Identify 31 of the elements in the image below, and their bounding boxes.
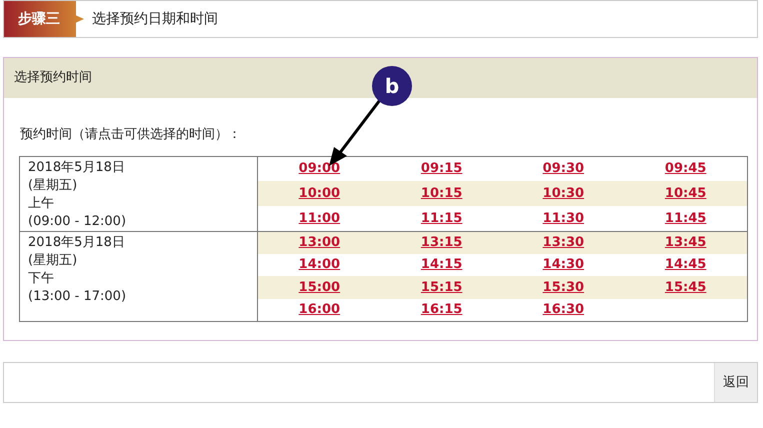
step-badge: 步骤三 [4,1,84,37]
input-field[interactable]: 返回 [3,362,758,403]
period-text: 下午 [28,270,54,286]
time-slot-link[interactable]: 09:00 [298,161,340,176]
period-text: 上午 [28,196,54,210]
weekday-text: (星期五) [28,252,78,268]
time-slot-link[interactable]: 14:00 [298,257,340,272]
weekday-text: (星期五) [28,178,78,192]
time-range-text: (09:00 - 12:00) [28,214,126,228]
time-slot-link[interactable]: 14:15 [420,257,462,272]
time-slot-link[interactable]: 09:45 [664,161,706,176]
time-slot-link[interactable]: 11:15 [420,210,462,226]
time-slot-link[interactable]: 11:00 [298,210,340,226]
panel-title: 选择预约时间 [14,69,92,88]
time-range-text: (13:00 - 17:00) [28,288,126,304]
back-button[interactable]: 返回 [714,363,757,402]
date-text: 2018年5月18日 [28,160,125,174]
time-slot-link[interactable]: 11:30 [542,210,584,226]
time-slot-link[interactable]: 09:15 [420,161,462,176]
annotation-label: b [384,74,400,98]
time-slot-link[interactable]: 16:30 [542,302,584,317]
time-slot-link[interactable]: 14:30 [542,257,584,272]
time-slot-link[interactable]: 16:15 [420,302,462,317]
time-slot-link[interactable]: 11:45 [664,210,706,226]
prompt-text: 预约时间（请点击可供选择的时间）： [20,127,241,142]
time-slot-link[interactable]: 16:00 [298,302,340,317]
time-slot-link[interactable]: 09:30 [542,161,584,176]
annotation-badge [372,66,412,106]
step-title: 选择预约日期和时间 [91,10,218,28]
date-text: 2018年5月18日 [28,234,125,250]
time-slot-link[interactable]: 14:45 [664,257,706,272]
